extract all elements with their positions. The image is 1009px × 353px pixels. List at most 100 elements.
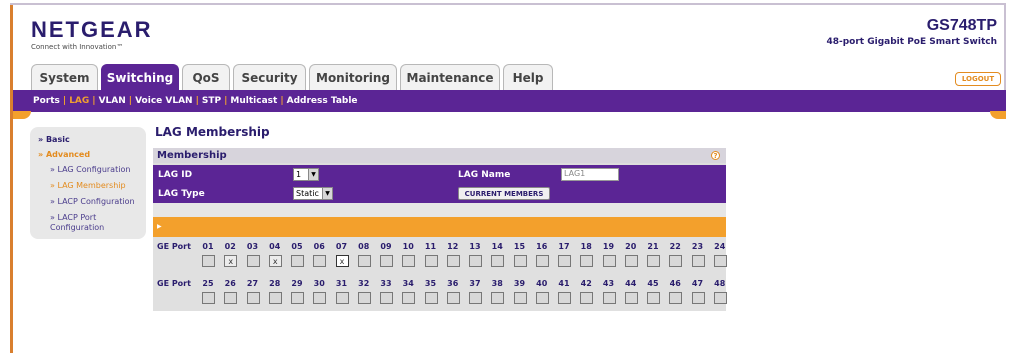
tab-switching[interactable]: Switching <box>101 64 179 91</box>
port-checkbox-19[interactable] <box>602 255 616 267</box>
lag-id-label: LAG ID <box>158 170 193 180</box>
port-checkbox-02[interactable]: x <box>224 255 238 267</box>
ge-port-label-row1: GE Port <box>157 242 191 251</box>
port-checkbox-09[interactable] <box>380 255 393 267</box>
port-number-27: 27 <box>246 279 259 288</box>
lag-name-input[interactable]: LAG1 <box>561 168 619 181</box>
port-checkbox-41[interactable] <box>558 292 571 304</box>
port-number-33: 33 <box>380 279 392 288</box>
port-number-04: 04 <box>269 242 281 251</box>
port-number-22: 22 <box>669 242 681 251</box>
sidebar-item-lag-membership[interactable]: » LAG Membership <box>50 181 146 191</box>
port-checkbox-28[interactable] <box>268 292 282 304</box>
port-number-46: 46 <box>669 279 681 288</box>
port-checkbox-30[interactable] <box>313 292 327 304</box>
port-checkbox-37[interactable] <box>469 292 482 304</box>
port-number-37: 37 <box>469 279 481 288</box>
port-number-16: 16 <box>536 242 548 251</box>
port-checkbox-25[interactable] <box>202 292 215 304</box>
tab-qos[interactable]: QoS <box>182 64 230 90</box>
tab-security[interactable]: Security <box>233 64 306 90</box>
tab-system[interactable]: System <box>31 64 98 90</box>
port-checkbox-13[interactable] <box>469 255 482 267</box>
port-checkbox-45[interactable] <box>647 292 660 304</box>
port-checkbox-08[interactable] <box>357 255 371 267</box>
port-checkbox-22[interactable] <box>669 255 683 267</box>
port-checkbox-40[interactable] <box>535 292 549 304</box>
port-checkbox-03[interactable] <box>246 255 260 267</box>
port-checkbox-46[interactable] <box>669 292 683 304</box>
port-checkbox-26[interactable] <box>224 292 238 304</box>
port-checkbox-11[interactable] <box>424 255 438 267</box>
subnav-address-table[interactable]: Address Table <box>287 96 358 106</box>
port-checkbox-21[interactable] <box>647 255 660 267</box>
port-checkbox-15[interactable] <box>513 255 527 267</box>
tab-monitoring[interactable]: Monitoring <box>309 64 397 90</box>
logout-button[interactable]: LOGOUT <box>955 72 1001 86</box>
port-checkbox-35[interactable] <box>424 292 438 304</box>
product-description: 48-port Gigabit PoE Smart Switch <box>826 37 997 47</box>
subnav-vlan[interactable]: VLAN <box>99 96 126 106</box>
port-number-35: 35 <box>424 279 437 288</box>
port-checkbox-42[interactable] <box>580 292 594 304</box>
port-checkbox-47[interactable] <box>691 292 705 304</box>
sidebar-advanced[interactable]: » Advanced <box>38 150 146 159</box>
port-number-18: 18 <box>580 242 592 251</box>
port-number-28: 28 <box>269 279 281 288</box>
port-number-11: 11 <box>424 242 437 251</box>
port-checkbox-36[interactable] <box>446 292 460 304</box>
port-checkbox-34[interactable] <box>402 292 416 304</box>
port-checkbox-32[interactable] <box>357 292 371 304</box>
port-checkbox-12[interactable] <box>446 255 460 267</box>
port-checkbox-43[interactable] <box>602 292 616 304</box>
port-checkbox-20[interactable] <box>624 255 638 267</box>
port-checkbox-04[interactable]: x <box>268 255 282 267</box>
port-checkbox-29[interactable] <box>291 292 304 304</box>
sidebar-item-lag-configuration[interactable]: » LAG Configuration <box>50 165 146 175</box>
subnav-multicast[interactable]: Multicast <box>230 96 277 106</box>
port-checkbox-01[interactable] <box>202 255 215 267</box>
current-members-button[interactable]: CURRENT MEMBERS <box>458 187 550 200</box>
tab-maintenance[interactable]: Maintenance <box>400 64 500 90</box>
gray-strip <box>153 203 726 217</box>
subnav-voice-vlan[interactable]: Voice VLAN <box>135 96 193 106</box>
port-checkbox-17[interactable] <box>558 255 571 267</box>
logo-text: NETGEAR <box>31 17 153 42</box>
sidebar-item-lacp-configuration[interactable]: » LACP Configuration <box>50 197 146 207</box>
port-checkbox-23[interactable] <box>691 255 705 267</box>
port-checkbox-10[interactable] <box>402 255 416 267</box>
port-checkbox-14[interactable] <box>491 255 505 267</box>
lag-type-value: Static <box>296 189 319 198</box>
port-checkbox-24[interactable] <box>713 255 727 267</box>
lag-id-select[interactable]: 1 ▼ <box>293 168 319 181</box>
port-checkbox-06[interactable] <box>313 255 327 267</box>
chevron-down-icon: ▼ <box>308 169 318 180</box>
frame-top-border <box>10 3 1005 5</box>
port-checkbox-38[interactable] <box>491 292 505 304</box>
port-checkbox-31[interactable] <box>335 292 349 304</box>
subnav-ports[interactable]: Ports <box>33 96 60 106</box>
port-area: GE Port GE Port 01 02 x 03 04 x 05 06 07 x 08 09 10 1… <box>153 237 727 311</box>
port-number-47: 47 <box>691 279 704 288</box>
port-number-19: 19 <box>602 242 615 251</box>
port-checkbox-39[interactable] <box>513 292 527 304</box>
port-checkbox-27[interactable] <box>246 292 260 304</box>
port-checkbox-33[interactable] <box>380 292 393 304</box>
subnav-stp[interactable]: STP <box>202 96 221 106</box>
help-icon[interactable]: ? <box>711 151 720 160</box>
sidebar-basic[interactable]: » Basic <box>38 135 146 144</box>
port-checkbox-18[interactable] <box>580 255 594 267</box>
port-checkbox-07[interactable]: x <box>335 255 349 267</box>
port-number-38: 38 <box>491 279 503 288</box>
sidebar-item-lacp-port-configuration[interactable]: » LACP Port Configuration <box>50 213 146 233</box>
port-checkbox-05[interactable] <box>291 255 304 267</box>
orange-corner-left <box>13 111 31 119</box>
subnav-lag[interactable]: LAG <box>69 96 89 106</box>
port-number-30: 30 <box>313 279 325 288</box>
port-checkbox-16[interactable] <box>535 255 549 267</box>
port-checkbox-44[interactable] <box>624 292 638 304</box>
product-model: GS748TP <box>926 17 997 34</box>
tab-help[interactable]: Help <box>503 64 553 90</box>
lag-type-select[interactable]: Static ▼ <box>293 187 333 200</box>
port-checkbox-48[interactable] <box>713 292 727 304</box>
